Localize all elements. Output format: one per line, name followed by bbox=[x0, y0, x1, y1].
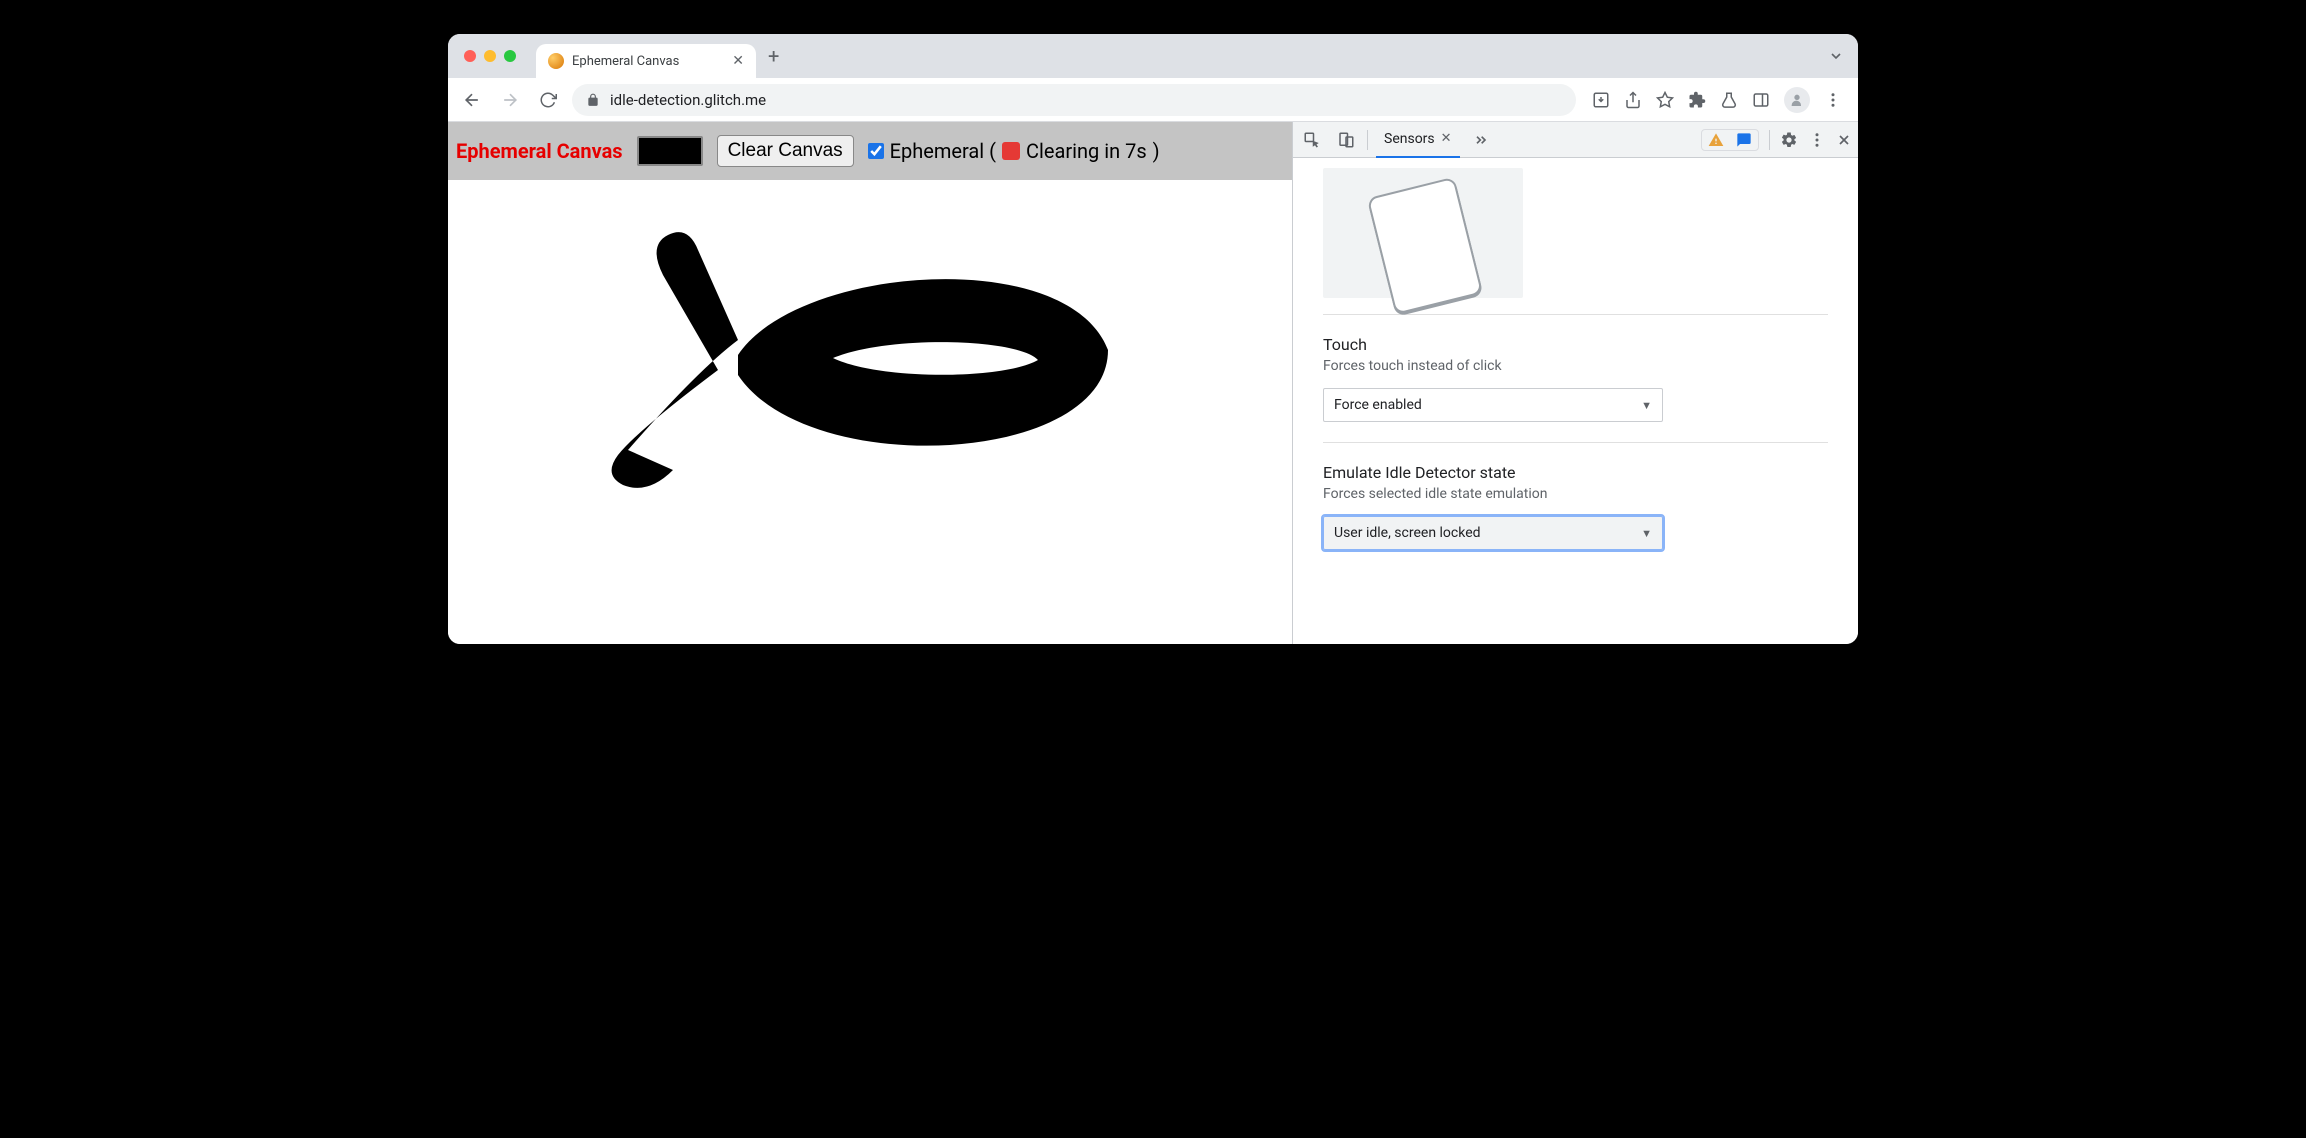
extensions-icon[interactable] bbox=[1688, 91, 1706, 109]
nav-forward-button[interactable] bbox=[496, 86, 524, 114]
tab-favicon bbox=[548, 53, 564, 69]
chevron-down-icon: ▼ bbox=[1641, 399, 1652, 412]
nav-reload-button[interactable] bbox=[534, 86, 562, 114]
devtools-menu-icon[interactable] bbox=[1808, 131, 1826, 149]
browser-toolbar: idle-detection.glitch.me bbox=[448, 78, 1858, 122]
device-toolbar-icon[interactable] bbox=[1333, 127, 1359, 153]
ephemeral-countdown: Clearing in 7s bbox=[1026, 139, 1147, 163]
issues-badges[interactable] bbox=[1701, 129, 1759, 151]
inspect-element-icon[interactable] bbox=[1299, 127, 1325, 153]
content-area: Ephemeral Canvas Clear Canvas Ephemeral … bbox=[448, 122, 1858, 644]
app-toolbar: Ephemeral Canvas Clear Canvas Ephemeral … bbox=[448, 122, 1292, 180]
side-panel-icon[interactable] bbox=[1752, 91, 1770, 109]
ephemeral-toggle-label[interactable]: Ephemeral ( Clearing in 7s) bbox=[868, 139, 1160, 163]
orientation-preview bbox=[1323, 168, 1523, 298]
install-app-icon[interactable] bbox=[1592, 91, 1610, 109]
bookmark-star-icon[interactable] bbox=[1656, 91, 1674, 109]
tabs-overflow-icon[interactable] bbox=[1828, 48, 1844, 64]
idle-subtitle: Forces selected idle state emulation bbox=[1323, 486, 1828, 502]
ephemeral-text-suffix: ) bbox=[1153, 139, 1160, 163]
toolbar-actions bbox=[1586, 87, 1848, 113]
app-title: Ephemeral Canvas bbox=[456, 139, 623, 163]
color-picker-swatch[interactable] bbox=[637, 136, 703, 166]
tab-close-icon[interactable]: ✕ bbox=[1441, 131, 1452, 146]
drawing-canvas[interactable] bbox=[448, 180, 1292, 644]
ephemeral-text-prefix: Ephemeral ( bbox=[890, 139, 996, 163]
phone-illustration bbox=[1367, 177, 1483, 315]
touch-subtitle: Forces touch instead of click bbox=[1323, 358, 1828, 374]
idle-select-value: User idle, screen locked bbox=[1334, 525, 1481, 541]
touch-select[interactable]: Force enabled ▼ bbox=[1323, 388, 1663, 422]
devtools-tabbar: Sensors ✕ bbox=[1293, 122, 1858, 158]
chevron-down-icon: ▼ bbox=[1641, 527, 1652, 540]
address-bar[interactable]: idle-detection.glitch.me bbox=[572, 84, 1576, 116]
devtools-tab-sensors[interactable]: Sensors ✕ bbox=[1376, 122, 1460, 158]
more-tabs-icon[interactable] bbox=[1468, 127, 1494, 153]
url-text: idle-detection.glitch.me bbox=[610, 91, 766, 109]
browser-tab[interactable]: Ephemeral Canvas ✕ bbox=[536, 44, 756, 78]
ephemeral-checkbox[interactable] bbox=[868, 143, 884, 159]
window-close-button[interactable] bbox=[464, 50, 476, 62]
warning-icon bbox=[1702, 130, 1730, 150]
siren-icon bbox=[1002, 142, 1020, 160]
info-icon bbox=[1730, 130, 1758, 150]
browser-window: Ephemeral Canvas ✕ + idle-detection.glit… bbox=[448, 34, 1858, 644]
touch-select-value: Force enabled bbox=[1334, 397, 1422, 413]
lock-icon bbox=[586, 93, 600, 107]
browser-tabbar: Ephemeral Canvas ✕ + bbox=[448, 34, 1858, 78]
window-minimize-button[interactable] bbox=[484, 50, 496, 62]
idle-section: Emulate Idle Detector state Forces selec… bbox=[1323, 442, 1828, 570]
idle-select[interactable]: User idle, screen locked ▼ bbox=[1323, 516, 1663, 550]
canvas-drawing bbox=[548, 220, 1108, 520]
touch-title: Touch bbox=[1323, 335, 1828, 354]
share-icon[interactable] bbox=[1624, 91, 1642, 109]
tab-close-icon[interactable]: ✕ bbox=[732, 53, 744, 69]
nav-back-button[interactable] bbox=[458, 86, 486, 114]
window-fullscreen-button[interactable] bbox=[504, 50, 516, 62]
devtools-close-icon[interactable] bbox=[1836, 132, 1852, 148]
touch-section: Touch Forces touch instead of click Forc… bbox=[1323, 314, 1828, 442]
tab-title: Ephemeral Canvas bbox=[572, 54, 679, 69]
devtools-body[interactable]: Touch Forces touch instead of click Forc… bbox=[1293, 158, 1858, 644]
new-tab-button[interactable]: + bbox=[768, 44, 779, 68]
idle-title: Emulate Idle Detector state bbox=[1323, 463, 1828, 482]
profile-avatar[interactable] bbox=[1784, 87, 1810, 113]
devtools-panel: Sensors ✕ bbox=[1292, 122, 1858, 644]
devtools-settings-icon[interactable] bbox=[1780, 131, 1798, 149]
page-viewport: Ephemeral Canvas Clear Canvas Ephemeral … bbox=[448, 122, 1292, 644]
window-controls bbox=[464, 50, 516, 62]
browser-menu-icon[interactable] bbox=[1824, 91, 1842, 109]
labs-icon[interactable] bbox=[1720, 91, 1738, 109]
devtools-tab-label: Sensors bbox=[1384, 131, 1435, 147]
clear-canvas-button[interactable]: Clear Canvas bbox=[717, 135, 854, 167]
